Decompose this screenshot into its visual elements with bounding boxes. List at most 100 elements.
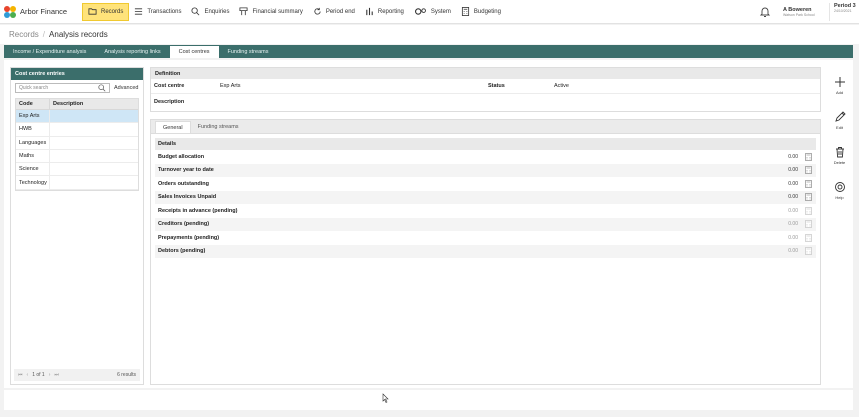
description-label: Description bbox=[154, 98, 185, 105]
tab-funding-streams[interactable]: Funding streams bbox=[219, 45, 278, 58]
action-label: Add bbox=[835, 89, 844, 95]
nav-label: Period end bbox=[325, 8, 355, 15]
refresh-icon bbox=[314, 7, 321, 15]
nav-label: System bbox=[430, 8, 451, 15]
breadcrumb: Records / Analysis records bbox=[0, 25, 859, 44]
tab-cost-centres[interactable]: Cost centres bbox=[169, 45, 219, 58]
last-page-button[interactable]: ⏭ bbox=[54, 372, 59, 378]
search-icon[interactable] bbox=[98, 84, 106, 92]
arbor-logo-icon bbox=[4, 5, 16, 18]
nav-enquiries[interactable]: Enquiries bbox=[186, 3, 234, 21]
detail-row-creditors: Creditors (pending) 0.00 bbox=[155, 217, 816, 231]
breadcrumb-separator: / bbox=[42, 30, 46, 39]
detail-section: General Funding streams Details Budget a… bbox=[150, 119, 821, 385]
search-icon bbox=[191, 7, 200, 16]
calculator-icon bbox=[805, 206, 812, 215]
results-count: 6 results bbox=[117, 372, 136, 378]
breadcrumb-root[interactable]: Records bbox=[9, 30, 39, 39]
detail-label: Sales Invoices Unpaid bbox=[158, 194, 217, 201]
definition-title: Definition bbox=[151, 68, 820, 79]
sub-tab-funding-streams[interactable]: Funding streams bbox=[191, 121, 246, 133]
nav-budgeting[interactable]: Budgeting bbox=[456, 3, 506, 21]
brand[interactable]: Arbor Finance bbox=[0, 5, 82, 18]
column-header-code[interactable]: Code bbox=[16, 99, 50, 109]
cell-code: Languages bbox=[16, 136, 50, 149]
table-row[interactable]: Technology bbox=[16, 176, 138, 190]
cost-centre-table: Code Description Exp Arts HWB Languages … bbox=[15, 98, 139, 191]
calculator-icon[interactable] bbox=[805, 166, 812, 175]
detail-value: 0.00 bbox=[788, 221, 798, 228]
table-row[interactable]: HWB bbox=[16, 123, 138, 137]
table-row[interactable]: Science bbox=[16, 163, 138, 177]
top-bar: Arbor Finance Records Transactions Enqui… bbox=[0, 0, 859, 24]
detail-label: Turnover year to date bbox=[158, 167, 214, 174]
cell-code: Exp Arts bbox=[16, 110, 50, 123]
detail-value: 0.00 bbox=[788, 207, 798, 214]
edit-button[interactable]: Edit bbox=[826, 103, 853, 137]
detail-value: 0.00 bbox=[788, 153, 798, 160]
pager: ⏮ ‹ 1 of 1 › ⏭ 6 results bbox=[14, 369, 140, 381]
nav-reporting[interactable]: Reporting bbox=[360, 3, 409, 21]
detail-value: 0.00 bbox=[788, 248, 798, 255]
add-button[interactable]: Add bbox=[826, 68, 853, 102]
delete-button[interactable]: Delete bbox=[826, 138, 853, 172]
action-rail: Add Edit Delete Help bbox=[826, 68, 853, 208]
bell-icon[interactable] bbox=[759, 6, 771, 18]
cost-centre-detail-panel: Definition Cost centre Exp Arts Status A… bbox=[150, 67, 821, 385]
definition-row: Cost centre Exp Arts Status Active bbox=[151, 79, 820, 94]
action-label: Help bbox=[835, 194, 844, 200]
detail-row-sales-invoices-unpaid: Sales Invoices Unpaid 0.00 bbox=[155, 190, 816, 204]
table-row[interactable]: Maths bbox=[16, 149, 138, 164]
status-label: Status bbox=[488, 83, 505, 89]
nav-transactions[interactable]: Transactions bbox=[129, 3, 186, 21]
calculator-icon bbox=[461, 7, 469, 16]
app-name: Arbor Finance bbox=[20, 7, 68, 16]
status-value: Active bbox=[554, 83, 569, 89]
top-bar-right: A Boweren Watson Park School Period 3 24… bbox=[759, 0, 859, 24]
prev-page-button[interactable]: ‹ bbox=[27, 372, 29, 378]
cost-centre-label: Cost centre bbox=[154, 83, 185, 89]
nav-financial-summary[interactable]: Financial summary bbox=[234, 3, 307, 21]
first-page-button[interactable]: ⏮ bbox=[18, 372, 23, 378]
cost-centre-value: Exp Arts bbox=[220, 83, 241, 89]
detail-value: 0.00 bbox=[788, 234, 798, 241]
table-header: Code Description bbox=[16, 99, 138, 110]
nav-records[interactable]: Records bbox=[82, 2, 130, 21]
user-menu[interactable]: A Boweren Watson Park School bbox=[783, 7, 825, 17]
details-rows: Budget allocation 0.00 Turnover year to … bbox=[155, 150, 816, 258]
detail-label: Receipts in advance (pending) bbox=[158, 207, 238, 214]
sub-tab-general[interactable]: General bbox=[155, 121, 191, 133]
calculator-icon[interactable] bbox=[805, 179, 812, 188]
detail-label: Creditors (pending) bbox=[158, 221, 210, 228]
quick-search-input[interactable]: Quick search bbox=[15, 83, 110, 93]
action-label: Delete bbox=[833, 159, 846, 165]
mouse-cursor-icon bbox=[382, 393, 389, 403]
period-date: 24/10/2021 bbox=[834, 9, 852, 13]
period-selector[interactable]: Period 3 24/10/2021 bbox=[829, 3, 859, 21]
main-content: Cost centre entries Quick search Advance… bbox=[4, 60, 853, 388]
calculator-icon bbox=[805, 220, 812, 229]
nav-label: Records bbox=[101, 8, 124, 15]
nav-label: Reporting bbox=[377, 8, 404, 15]
table-row[interactable]: Exp Arts bbox=[16, 110, 138, 124]
search-row: Quick search Advanced bbox=[11, 80, 143, 96]
tab-analysis-reporting-links[interactable]: Analysis reporting links bbox=[95, 45, 169, 58]
nav-system[interactable]: System bbox=[409, 3, 456, 21]
panel-title: Cost centre entries bbox=[11, 68, 143, 80]
nav-period-end[interactable]: Period end bbox=[308, 3, 360, 21]
calculator-icon[interactable] bbox=[805, 152, 812, 161]
help-button[interactable]: Help bbox=[826, 173, 853, 207]
tab-income-expenditure-analysis[interactable]: Income / Expenditure analysis bbox=[4, 45, 95, 58]
cell-description bbox=[50, 137, 138, 149]
advanced-search-link[interactable]: Advanced bbox=[114, 85, 138, 91]
cost-centre-list-panel: Cost centre entries Quick search Advance… bbox=[10, 67, 144, 385]
column-header-description[interactable]: Description bbox=[50, 99, 138, 109]
table-row[interactable]: Languages bbox=[16, 136, 138, 150]
trash-icon bbox=[835, 146, 844, 157]
calculator-icon[interactable] bbox=[805, 193, 812, 202]
next-page-button[interactable]: › bbox=[49, 372, 51, 378]
page-indicator: 1 of 1 bbox=[32, 372, 45, 378]
page-title: Analysis records bbox=[49, 30, 108, 39]
cell-code: HWB bbox=[16, 123, 50, 136]
tab-strip: Income / Expenditure analysis Analysis r… bbox=[4, 45, 853, 58]
